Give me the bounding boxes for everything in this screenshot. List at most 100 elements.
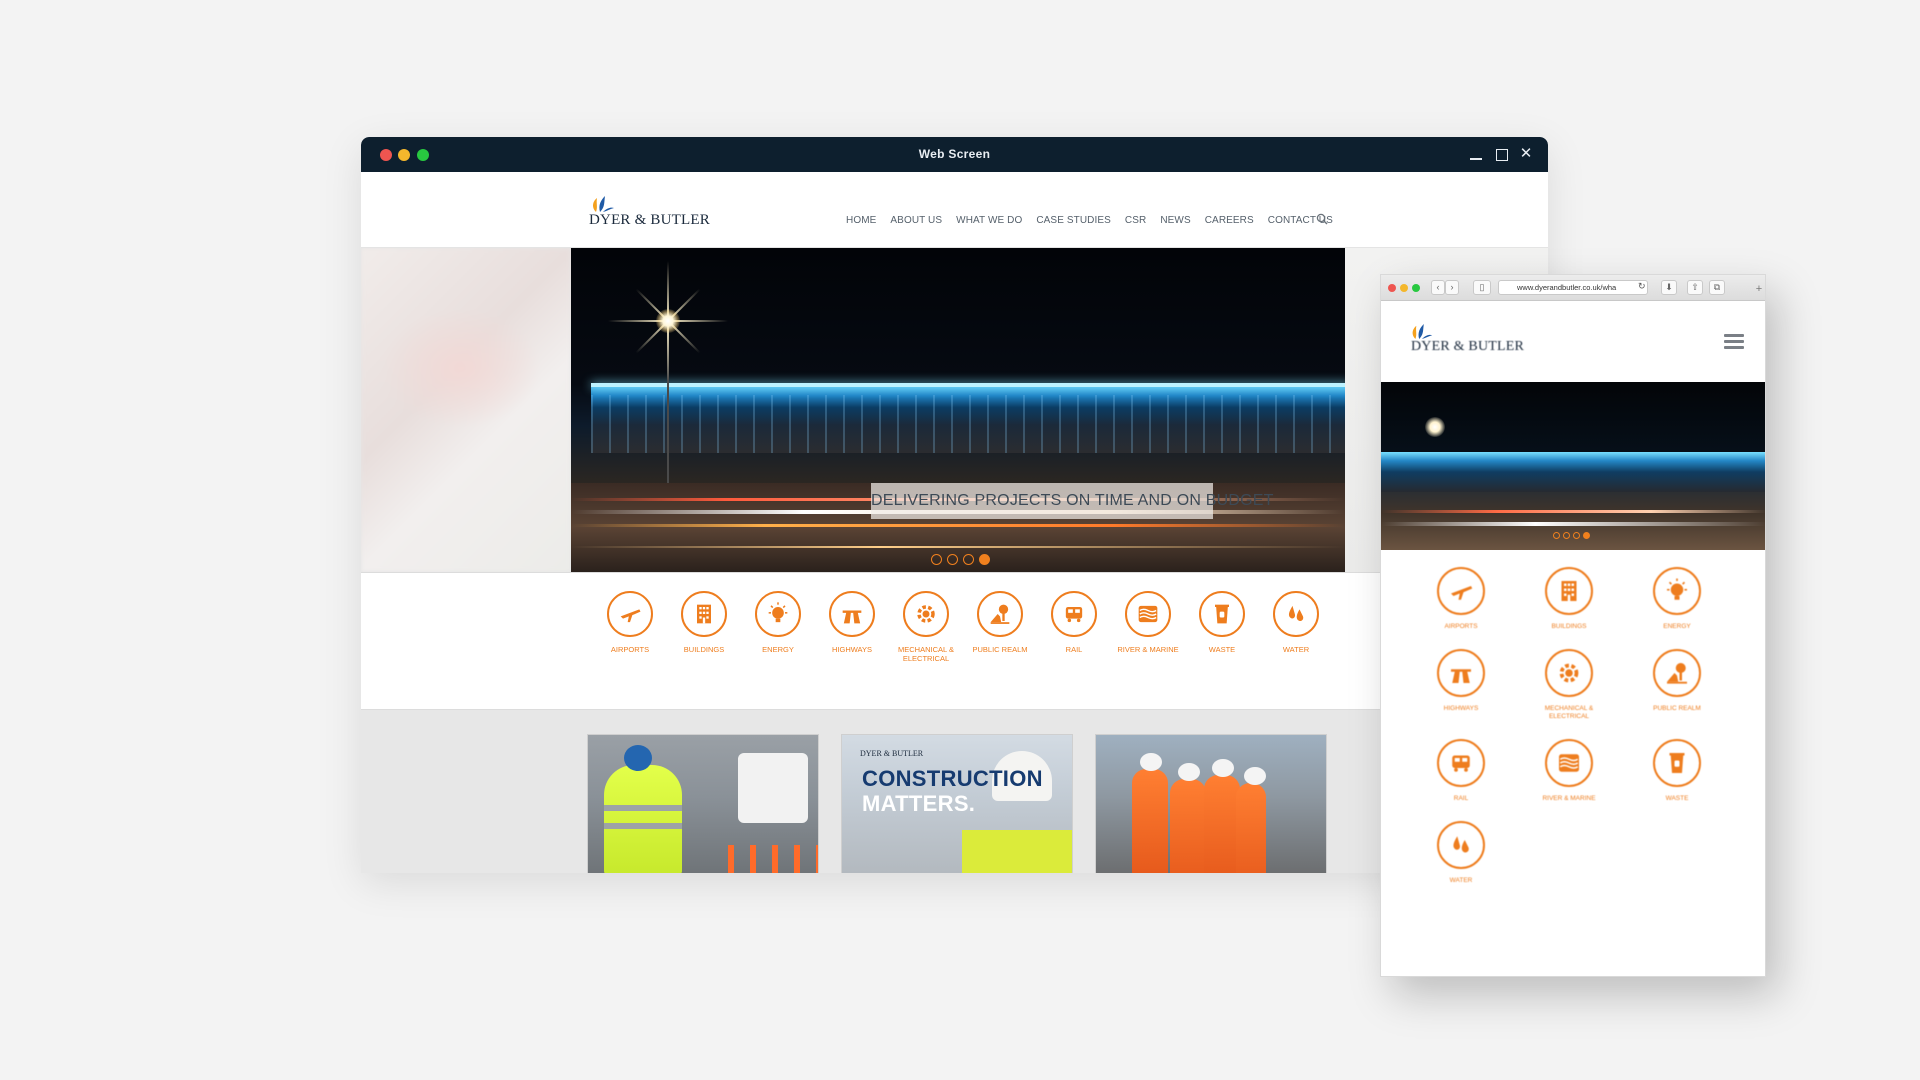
minimize-icon[interactable] <box>1468 146 1484 162</box>
gear-bulb-icon <box>1545 649 1593 697</box>
worker-figure <box>1170 763 1206 873</box>
slider-dot[interactable] <box>1563 532 1570 539</box>
brand-name: DYER & BUTLER <box>1411 339 1525 354</box>
light-trail <box>571 546 1345 548</box>
hero-image: DELIVERING PROJECTS ON TIME AND ON BUDGE… <box>571 248 1345 572</box>
nav-item-news[interactable]: NEWS <box>1160 215 1190 226</box>
park-icon <box>1653 649 1701 697</box>
service-energy[interactable]: ENERGY <box>741 591 815 663</box>
feature-card-construction-matters[interactable]: DYER & BUTLER CONSTRUCTION MATTERS. <box>841 734 1073 873</box>
tabs-icon[interactable]: ⧉ <box>1709 280 1725 295</box>
service-label: WASTE <box>1208 645 1236 654</box>
service-highways[interactable]: HIGHWAYS <box>815 591 889 663</box>
service-label: RAIL <box>1453 795 1469 802</box>
service-label: PUBLIC REALM <box>1653 705 1701 712</box>
service-airports[interactable]: AIRPORTS <box>1407 567 1515 631</box>
waves-icon <box>1125 591 1171 637</box>
worker-figure <box>1236 767 1266 873</box>
slider-dot[interactable] <box>1553 532 1560 539</box>
service-highways[interactable]: HIGHWAYS <box>1407 649 1515 721</box>
slider-dot[interactable] <box>1573 532 1580 539</box>
mobile-hero-image <box>1381 382 1765 550</box>
slider-dot[interactable] <box>963 554 974 565</box>
service-mechanical-electrical[interactable]: MECHANICAL & ELECTRICAL <box>889 591 963 663</box>
nav-item-careers[interactable]: CAREERS <box>1205 215 1254 226</box>
hi-vis-vest-shape <box>962 830 1072 873</box>
minimize-dot-button[interactable] <box>1400 284 1408 292</box>
slider-dot[interactable] <box>1583 532 1590 539</box>
service-label: ENERGY <box>762 645 794 654</box>
close-icon[interactable]: ✕ <box>1518 146 1534 162</box>
hero-building-lights <box>591 383 1345 453</box>
service-mechanical-electrical[interactable]: MECHANICAL & ELECTRICAL <box>1515 649 1623 721</box>
back-icon[interactable]: ‹ <box>1431 280 1445 295</box>
service-river-marine[interactable]: RIVER & MARINE <box>1515 739 1623 803</box>
nav-item-home[interactable]: HOME <box>846 215 876 226</box>
reload-icon[interactable]: ↻ <box>1638 281 1646 292</box>
worker-figure <box>1204 759 1240 873</box>
hero-slider: DELIVERING PROJECTS ON TIME AND ON BUDGE… <box>361 248 1548 572</box>
service-buildings[interactable]: BUILDINGS <box>1515 567 1623 631</box>
hero-side-blur-left <box>361 248 571 572</box>
service-water[interactable]: WATER <box>1259 591 1333 663</box>
highway-icon <box>1437 649 1485 697</box>
maximize-icon[interactable] <box>1493 146 1509 162</box>
share-icon[interactable]: ⇧ <box>1687 280 1703 295</box>
slider-dot[interactable] <box>947 554 958 565</box>
service-water[interactable]: WATER <box>1407 821 1515 885</box>
slider-dots <box>1553 532 1590 539</box>
bin-icon <box>1653 739 1701 787</box>
worker-figure <box>1132 753 1168 873</box>
download-icon[interactable]: ⬇ <box>1661 280 1677 295</box>
card-title-line1: CONSTRUCTION <box>862 766 1043 791</box>
search-icon[interactable] <box>1316 213 1328 225</box>
worker-figure <box>604 745 682 873</box>
water-drop-icon <box>1437 821 1485 869</box>
light-trail <box>571 524 1345 527</box>
feature-card-rail-team[interactable] <box>1095 734 1327 873</box>
service-airports[interactable]: AIRPORTS <box>593 591 667 663</box>
service-label: WATER <box>1282 645 1310 654</box>
site-header: DYER & BUTLER HOME ABOUT US WHAT WE DO CASE… <box>361 172 1548 248</box>
mobile-browser-window: ‹ › ▯ www.dyerandbutler.co.uk/wha ↻ ⬇ ⇧ … <box>1380 274 1766 977</box>
gear-bulb-icon <box>903 591 949 637</box>
service-waste[interactable]: WASTE <box>1185 591 1259 663</box>
waves-icon <box>1545 739 1593 787</box>
close-dot-button[interactable] <box>1388 284 1396 292</box>
service-rail[interactable]: RAIL <box>1037 591 1111 663</box>
main-nav: HOME ABOUT US WHAT WE DO CASE STUDIES CSR NEW… <box>846 215 1333 226</box>
slider-dots <box>931 554 990 565</box>
new-tab-icon[interactable]: + <box>1753 282 1765 296</box>
service-public-realm[interactable]: PUBLIC REALM <box>963 591 1037 663</box>
van-shape <box>738 753 808 823</box>
service-public-realm[interactable]: PUBLIC REALM <box>1623 649 1731 721</box>
service-label: ENERGY <box>1663 623 1691 630</box>
mobile-site-header: DYER & BUTLER <box>1381 301 1765 382</box>
nav-item-what-we-do[interactable]: WHAT WE DO <box>956 215 1022 226</box>
service-label: AIRPORTS <box>610 645 650 654</box>
service-rail[interactable]: RAIL <box>1407 739 1515 803</box>
sidebar-icon[interactable]: ▯ <box>1473 280 1491 295</box>
building-icon <box>1545 567 1593 615</box>
service-waste[interactable]: WASTE <box>1623 739 1731 803</box>
logo-mark-icon <box>593 196 614 212</box>
service-buildings[interactable]: BUILDINGS <box>667 591 741 663</box>
train-icon <box>1437 739 1485 787</box>
service-river-marine[interactable]: RIVER & MARINE <box>1111 591 1185 663</box>
forward-icon[interactable]: › <box>1445 280 1459 295</box>
nav-item-case-studies[interactable]: CASE STUDIES <box>1036 215 1111 226</box>
airplane-icon <box>1437 567 1485 615</box>
service-energy[interactable]: ENERGY <box>1623 567 1731 631</box>
hamburger-menu-icon[interactable] <box>1724 334 1744 350</box>
card-title-line2: MATTERS. <box>862 791 976 816</box>
feature-card-highways-worker[interactable] <box>587 734 819 873</box>
light-trail <box>1381 522 1765 526</box>
slider-dot[interactable] <box>931 554 942 565</box>
slider-dot[interactable] <box>979 554 990 565</box>
desktop-browser-window: Web Screen ✕ DYER & BUTLER HOME ABOUT US W… <box>361 137 1548 873</box>
nav-item-csr[interactable]: CSR <box>1125 215 1146 226</box>
url-bar[interactable]: www.dyerandbutler.co.uk/wha <box>1498 280 1648 295</box>
nav-item-about-us[interactable]: ABOUT US <box>890 215 942 226</box>
maximize-dot-button[interactable] <box>1412 284 1420 292</box>
service-label: RIVER & MARINE <box>1542 795 1596 802</box>
